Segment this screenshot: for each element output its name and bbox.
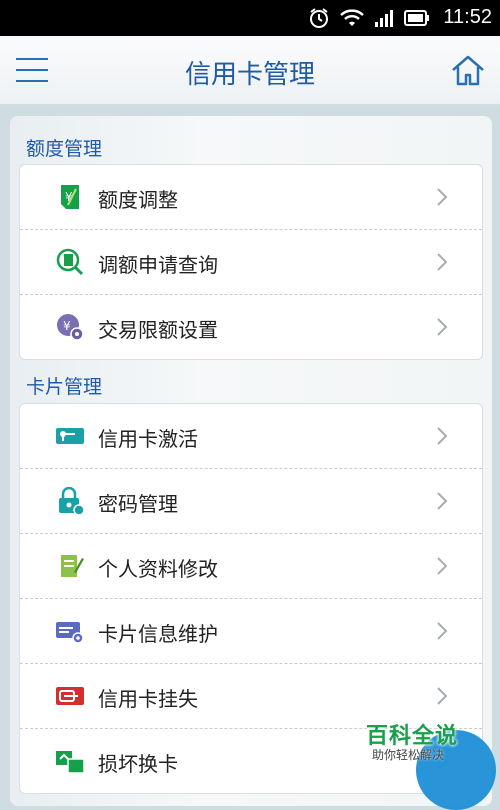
list-item-label: 信用卡激活 [98, 427, 198, 451]
card-lost-icon [56, 687, 84, 705]
chevron-right-icon [437, 557, 448, 575]
list-item-password[interactable]: 密码管理 [20, 469, 482, 534]
card-info-icon [56, 622, 84, 644]
list-item-label: 损坏换卡 [98, 752, 178, 776]
list-item-quota-query[interactable]: 调额申请查询 [20, 230, 482, 295]
status-icons [308, 7, 430, 29]
chevron-right-icon [437, 188, 448, 206]
edit-profile-icon [61, 555, 84, 577]
list-item-card-info[interactable]: 卡片信息维护 [20, 599, 482, 664]
card-activate-icon [56, 428, 84, 444]
chevron-right-icon [437, 253, 448, 271]
status-time: 11:52 [443, 6, 492, 28]
card-replace-icon [56, 751, 84, 774]
lock-icon [59, 487, 84, 515]
status-bar: 11:52 [0, 0, 500, 36]
list-item-label: 额度调整 [98, 188, 178, 212]
chevron-right-icon [437, 492, 448, 510]
wifi-icon [340, 9, 364, 26]
quota-query-icon [56, 248, 84, 276]
limit-settings-icon: ¥ [57, 314, 84, 341]
list-item-quota-adjust[interactable]: ¥ 额度调整 [20, 165, 482, 230]
page-title: 信用卡管理 [184, 60, 315, 90]
svg-text:¥: ¥ [63, 319, 71, 333]
battery-icon [404, 10, 429, 26]
list-item-card-activate[interactable]: 信用卡激活 [20, 404, 482, 469]
chevron-right-icon [437, 318, 448, 336]
quota-card: ¥ 额度调整 调额申请查询 ¥ 交易限额设置 [19, 164, 483, 360]
quota-adjust-icon: ¥ [61, 185, 79, 209]
section-title-quota: 额度管理 [26, 138, 103, 160]
chevron-right-icon [437, 622, 448, 640]
list-item-label: 密码管理 [98, 492, 178, 516]
home-icon[interactable] [450, 52, 486, 88]
list-item-limit-settings[interactable]: ¥ 交易限额设置 [20, 295, 482, 359]
chevron-right-icon [437, 427, 448, 445]
list-item-label: 卡片信息维护 [98, 622, 218, 646]
list-item-label: 调额申请查询 [98, 253, 218, 277]
list-item-edit-profile[interactable]: 个人资料修改 [20, 534, 482, 599]
app-header: 信用卡管理 [0, 36, 500, 105]
signal-icon [375, 10, 393, 27]
watermark-subtitle: 助你轻松解决 [372, 748, 445, 762]
content-panel: 额度管理 ¥ 额度调整 调额申请查询 ¥ 交易限额设置 卡片管理 信用卡激活 密… [10, 116, 492, 806]
watermark: 百科全说 助你轻松解决 [360, 716, 500, 810]
list-item-label: 信用卡挂失 [98, 687, 198, 711]
list-item-label: 交易限额设置 [98, 318, 218, 342]
alarm-icon [310, 8, 328, 28]
chevron-right-icon [437, 687, 448, 705]
section-title-card: 卡片管理 [26, 376, 103, 398]
list-item-label: 个人资料修改 [98, 557, 218, 581]
